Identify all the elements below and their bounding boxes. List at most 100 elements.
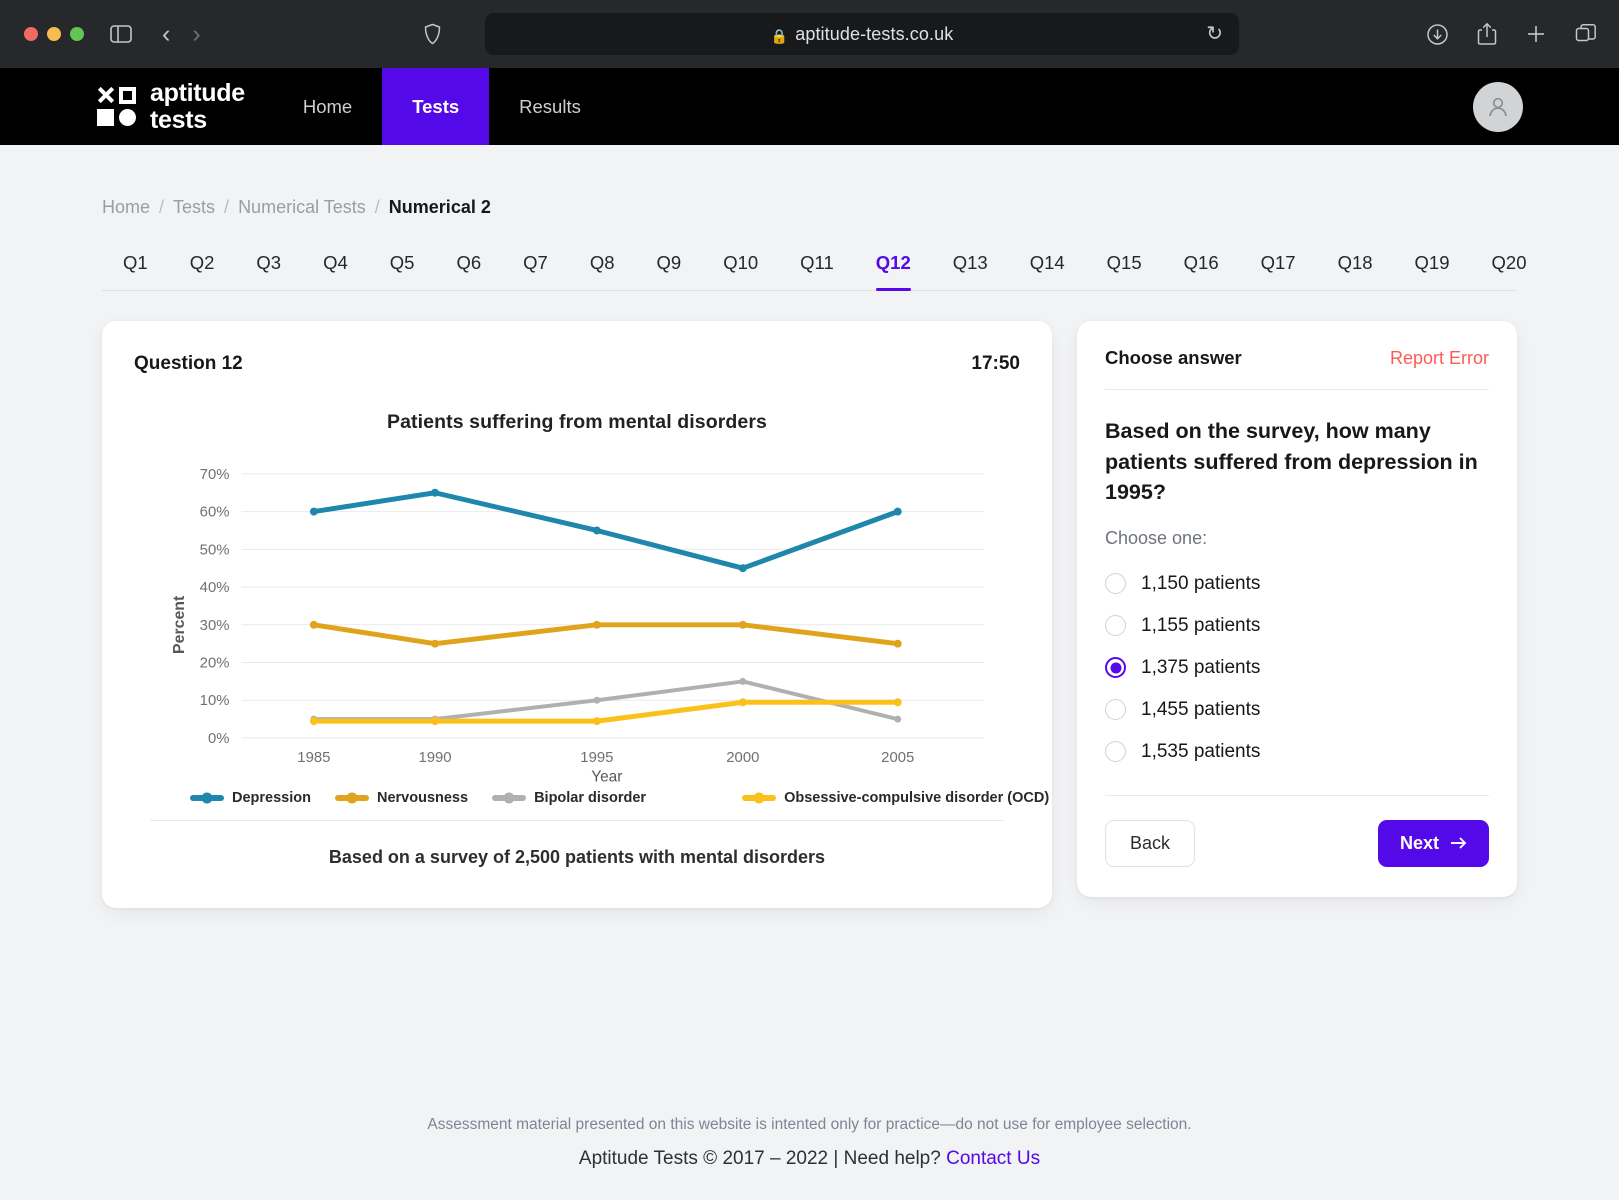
report-error-link[interactable]: Report Error xyxy=(1390,348,1489,369)
tab-overview-icon[interactable] xyxy=(1575,23,1597,45)
answer-option-label: 1,150 patients xyxy=(1141,573,1260,595)
legend-item-nervousness: Nervousness xyxy=(335,790,468,806)
y-tick-50: 50% xyxy=(200,542,230,558)
answer-option-label: 1,155 patients xyxy=(1141,615,1260,637)
sidebar-toggle-icon[interactable] xyxy=(110,25,132,43)
answer-options: 1,150 patients 1,155 patients 1,375 pati… xyxy=(1105,563,1489,773)
tab-q16[interactable]: Q16 xyxy=(1163,244,1240,290)
answer-option-5[interactable]: 1,535 patients xyxy=(1105,731,1489,773)
tab-q12[interactable]: Q12 xyxy=(855,244,932,290)
next-button-label: Next xyxy=(1400,833,1439,854)
choose-one-label: Choose one: xyxy=(1105,528,1489,549)
tab-q17[interactable]: Q17 xyxy=(1240,244,1317,290)
main-content-row: Question 12 17:50 Patients suffering fro… xyxy=(102,321,1517,908)
new-tab-icon[interactable] xyxy=(1525,23,1547,45)
series-depression xyxy=(310,489,902,572)
tab-q6[interactable]: Q6 xyxy=(435,244,502,290)
maximize-window-button[interactable] xyxy=(70,27,84,41)
logo-mark-icon xyxy=(97,87,137,127)
answer-option-3[interactable]: 1,375 patients xyxy=(1105,647,1489,689)
question-text: Based on the survey, how many patients s… xyxy=(1105,416,1489,508)
breadcrumb-separator: / xyxy=(375,197,380,218)
back-button[interactable]: Back xyxy=(1105,820,1195,867)
y-tick-30: 30% xyxy=(200,618,230,634)
logo-circle-icon xyxy=(119,109,136,126)
tab-q1[interactable]: Q1 xyxy=(102,244,169,290)
tab-q9[interactable]: Q9 xyxy=(636,244,703,290)
answer-option-4[interactable]: 1,455 patients xyxy=(1105,689,1489,731)
chart-title: Patients suffering from mental disorders xyxy=(150,411,1004,434)
close-window-button[interactable] xyxy=(24,27,38,41)
breadcrumb-item-current: Numerical 2 xyxy=(389,197,491,218)
radio-button-selected[interactable] xyxy=(1105,657,1126,678)
y-tick-20: 20% xyxy=(200,656,230,672)
breadcrumb-item-tests[interactable]: Tests xyxy=(173,197,215,218)
tab-q11[interactable]: Q11 xyxy=(779,244,855,290)
nav-item-home[interactable]: Home xyxy=(273,68,382,145)
share-icon[interactable] xyxy=(1477,22,1497,46)
y-tick-70: 70% xyxy=(200,467,230,483)
tab-q15[interactable]: Q15 xyxy=(1086,244,1163,290)
shield-icon[interactable] xyxy=(424,24,441,45)
legend-label-bipolar-disorder: Bipolar disorder xyxy=(534,790,646,806)
reload-icon[interactable]: ↻ xyxy=(1206,24,1223,44)
nav-item-tests[interactable]: Tests xyxy=(382,68,489,145)
avatar[interactable] xyxy=(1473,82,1523,132)
legend-swatch-nervousness xyxy=(335,795,369,801)
tab-q7[interactable]: Q7 xyxy=(502,244,569,290)
tab-q10[interactable]: Q10 xyxy=(702,244,779,290)
browser-chrome: ‹ › 🔒aptitude-tests.co.uk ↻ xyxy=(0,0,1619,68)
tab-q2[interactable]: Q2 xyxy=(169,244,236,290)
choose-answer-title: Choose answer xyxy=(1105,347,1242,369)
radio-button[interactable] xyxy=(1105,741,1126,762)
tab-q20[interactable]: Q20 xyxy=(1471,244,1548,290)
line-chart: 70% 60% 50% 40% 30% 20% 10% 0% Percent xyxy=(150,456,1004,784)
breadcrumb-item-numerical-tests[interactable]: Numerical Tests xyxy=(238,197,366,218)
answer-panel: Choose answer Report Error Based on the … xyxy=(1077,321,1517,897)
x-tick-2000: 2000 xyxy=(726,750,759,766)
series-ocd xyxy=(310,698,902,725)
next-button[interactable]: Next xyxy=(1378,820,1489,867)
timer-display: 17:50 xyxy=(971,353,1020,375)
user-avatar-icon xyxy=(1485,94,1511,120)
breadcrumb-item-home[interactable]: Home xyxy=(102,197,150,218)
breadcrumb: Home / Tests / Numerical Tests / Numeric… xyxy=(102,145,1517,218)
back-icon[interactable]: ‹ xyxy=(162,22,170,47)
footer-copyright: Aptitude Tests © 2017 – 2022 | Need help… xyxy=(0,1148,1619,1170)
minimize-window-button[interactable] xyxy=(47,27,61,41)
y-axis-tick-labels: 70% 60% 50% 40% 30% 20% 10% 0% xyxy=(200,467,230,747)
page-title: Question 12 xyxy=(134,353,243,375)
forward-icon[interactable]: › xyxy=(192,22,200,47)
tab-q4[interactable]: Q4 xyxy=(302,244,369,290)
tab-q5[interactable]: Q5 xyxy=(369,244,436,290)
x-tick-1990: 1990 xyxy=(418,750,451,766)
answer-option-label: 1,375 patients xyxy=(1141,657,1260,679)
tab-q19[interactable]: Q19 xyxy=(1394,244,1471,290)
tab-q18[interactable]: Q18 xyxy=(1317,244,1394,290)
tab-q8[interactable]: Q8 xyxy=(569,244,636,290)
nav-item-results[interactable]: Results xyxy=(489,68,611,145)
chart-plot-area: 70% 60% 50% 40% 30% 20% 10% 0% Percent xyxy=(150,456,1004,784)
contact-us-link[interactable]: Contact Us xyxy=(946,1148,1040,1169)
logo-x-icon xyxy=(97,87,114,104)
answer-option-1[interactable]: 1,150 patients xyxy=(1105,563,1489,605)
page-footer: Assessment material presented on this we… xyxy=(0,1116,1619,1170)
brand-logo[interactable]: aptitude tests xyxy=(0,68,273,145)
tab-q14[interactable]: Q14 xyxy=(1009,244,1086,290)
legend-item-ocd: Obsessive-compulsive disorder (OCD) xyxy=(742,790,1049,806)
radio-button[interactable] xyxy=(1105,615,1126,636)
answer-option-2[interactable]: 1,155 patients xyxy=(1105,605,1489,647)
tab-q13[interactable]: Q13 xyxy=(932,244,1009,290)
radio-button[interactable] xyxy=(1105,699,1126,720)
browser-navigation[interactable]: ‹ › xyxy=(162,22,201,47)
radio-button[interactable] xyxy=(1105,573,1126,594)
lock-icon: 🔒 xyxy=(771,28,789,44)
chart-caption: Based on a survey of 2,500 patients with… xyxy=(150,847,1004,868)
window-traffic-lights[interactable] xyxy=(24,27,84,41)
tab-q3[interactable]: Q3 xyxy=(235,244,302,290)
address-bar[interactable]: 🔒aptitude-tests.co.uk ↻ xyxy=(485,13,1239,55)
legend-label-ocd: Obsessive-compulsive disorder (OCD) xyxy=(784,790,1049,806)
page-content: Home / Tests / Numerical Tests / Numeric… xyxy=(0,145,1619,908)
download-icon[interactable] xyxy=(1426,23,1449,46)
brand-name: aptitude tests xyxy=(150,80,245,134)
